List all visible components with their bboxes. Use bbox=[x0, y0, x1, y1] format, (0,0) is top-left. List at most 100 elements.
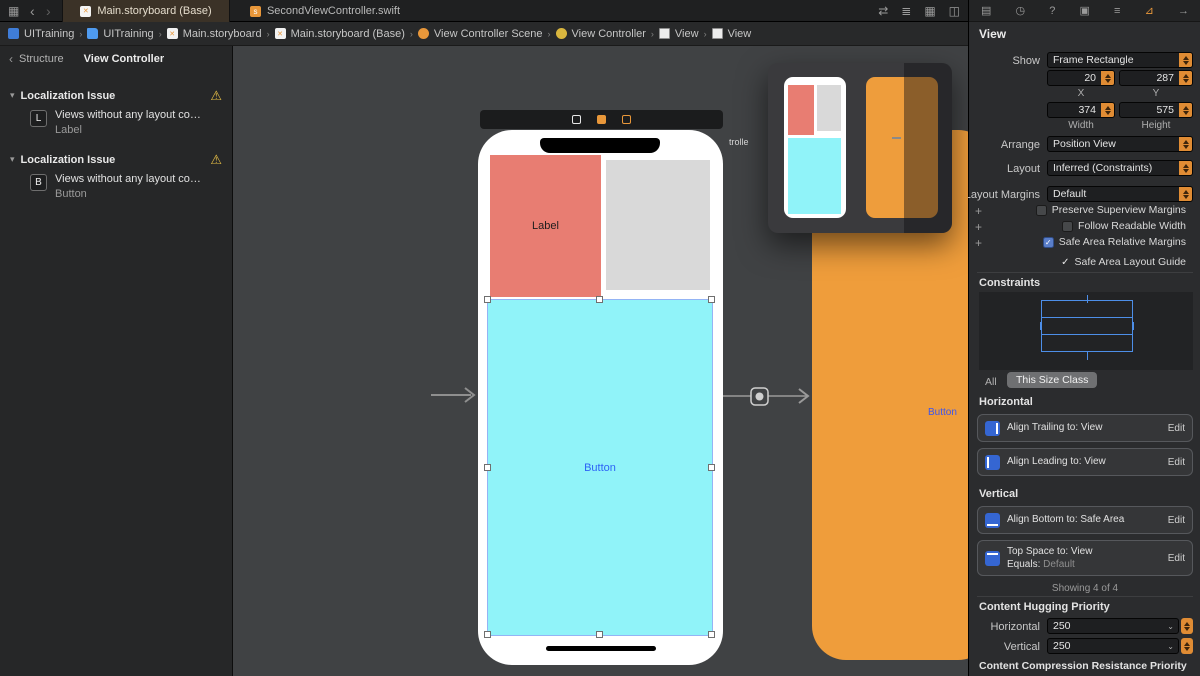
disclosure-triangle-icon[interactable]: ▾ bbox=[10, 90, 15, 101]
button-view-selected[interactable]: Button bbox=[487, 299, 713, 636]
navigate-back-icon[interactable]: ‹ bbox=[30, 0, 35, 22]
width-stepper[interactable] bbox=[1101, 103, 1114, 117]
size-inspector-icon[interactable]: ⊿ bbox=[1145, 4, 1154, 17]
orientation-icon-landscape[interactable] bbox=[622, 115, 631, 124]
constraint-row-align-bottom[interactable]: Align Bottom to: Safe Area Edit bbox=[977, 506, 1193, 534]
selection-handle[interactable] bbox=[484, 296, 491, 303]
safe-area-layout-guide-row[interactable]: ✓ Safe Area Layout Guide bbox=[1061, 256, 1186, 268]
checkbox-unchecked[interactable] bbox=[1035, 204, 1047, 216]
jump-bar: UITraining › UITraining › ✕ Main.storyboa… bbox=[0, 22, 968, 46]
constraints-diagram[interactable] bbox=[979, 292, 1193, 370]
selection-handle[interactable] bbox=[484, 464, 491, 471]
margins-popup[interactable]: Default bbox=[1047, 186, 1193, 202]
issue-section-header[interactable]: ▾ Localization Issue ⚠ bbox=[0, 150, 232, 169]
breadcrumb-scene[interactable]: View Controller Scene bbox=[417, 28, 543, 40]
segue-connector[interactable] bbox=[721, 384, 815, 409]
file-inspector-icon[interactable]: ▤ bbox=[981, 4, 991, 17]
selection-handle[interactable] bbox=[596, 631, 603, 638]
device-icon-selected[interactable] bbox=[572, 115, 581, 124]
arrange-label: Arrange bbox=[1000, 139, 1040, 151]
constraint-row-align-trailing[interactable]: Align Trailing to: View Edit bbox=[977, 414, 1193, 442]
hugging-vertical-field[interactable]: 250 ⌄ bbox=[1047, 638, 1179, 654]
inspector-title: View bbox=[979, 27, 1007, 41]
issue-section-header[interactable]: ▾ Localization Issue ⚠ bbox=[0, 86, 232, 105]
breadcrumb-view-1[interactable]: View bbox=[658, 28, 699, 40]
divider bbox=[977, 272, 1193, 273]
add-variation-icon[interactable]: + bbox=[975, 205, 982, 217]
history-inspector-icon[interactable]: ◷ bbox=[1016, 4, 1026, 17]
editor-options-icon[interactable]: ▦ bbox=[924, 4, 935, 18]
preserve-superview-margins-row[interactable]: Preserve Superview Margins bbox=[1035, 204, 1186, 216]
breadcrumb-view-controller[interactable]: View Controller bbox=[555, 28, 646, 40]
minimap-icon[interactable]: ≣ bbox=[901, 4, 911, 18]
tab-main-storyboard[interactable]: ✕ Main.storyboard (Base) bbox=[62, 0, 230, 22]
hugging-horizontal-field[interactable]: 250 ⌄ bbox=[1047, 618, 1179, 634]
editor-grid-icon[interactable]: ▦ bbox=[8, 0, 19, 22]
disclosure-triangle-icon[interactable]: ▾ bbox=[10, 154, 15, 165]
edit-button[interactable]: Edit bbox=[1168, 423, 1185, 434]
preview-phone-1[interactable] bbox=[784, 77, 846, 218]
scene-icon bbox=[417, 28, 429, 39]
back-chevron-icon[interactable]: ‹ bbox=[9, 52, 13, 66]
add-variation-icon[interactable]: + bbox=[975, 221, 982, 233]
breadcrumb-view-2[interactable]: View bbox=[711, 28, 751, 40]
show-popup[interactable]: Frame Rectangle bbox=[1047, 52, 1193, 68]
selection-handle[interactable] bbox=[708, 631, 715, 638]
follow-readable-width-row[interactable]: Follow Readable Width bbox=[1062, 220, 1186, 232]
gray-view[interactable] bbox=[606, 160, 710, 290]
view-controller-device[interactable]: Label Button bbox=[478, 130, 723, 665]
add-variation-icon[interactable]: + bbox=[975, 237, 982, 249]
quick-help-icon[interactable]: ? bbox=[1049, 5, 1055, 17]
structure-breadcrumb[interactable]: Structure bbox=[19, 53, 64, 65]
checkbox-unchecked[interactable] bbox=[1062, 220, 1074, 232]
issue-item-label[interactable]: L Views without any layout co… Label bbox=[0, 105, 232, 140]
popup-stepper-icon[interactable] bbox=[1179, 53, 1192, 67]
size-class-this-button[interactable]: This Size Class bbox=[1007, 372, 1098, 388]
selection-handle[interactable] bbox=[708, 464, 715, 471]
breadcrumb-storyboard-base[interactable]: ✕ Main.storyboard (Base) bbox=[274, 28, 405, 40]
second-vc-button[interactable]: Button bbox=[928, 407, 957, 418]
popup-stepper-icon[interactable] bbox=[1179, 137, 1192, 151]
identity-inspector-icon[interactable]: ▣ bbox=[1080, 4, 1090, 17]
y-stepper[interactable] bbox=[1179, 71, 1192, 85]
connections-inspector-icon[interactable]: → bbox=[1178, 5, 1189, 17]
popup-stepper-icon[interactable] bbox=[1179, 161, 1192, 175]
selection-handle[interactable] bbox=[484, 631, 491, 638]
popup-stepper-icon[interactable] bbox=[1179, 187, 1192, 201]
constraint-row-top-space[interactable]: Top Space to: View Equals: Default Edit bbox=[977, 540, 1193, 576]
edit-button[interactable]: Edit bbox=[1168, 457, 1185, 468]
attributes-inspector-icon[interactable]: ≡ bbox=[1114, 5, 1120, 17]
x-stepper[interactable] bbox=[1101, 71, 1114, 85]
checkbox-checked[interactable]: ✓ bbox=[1042, 236, 1054, 248]
layout-popup[interactable]: Inferred (Constraints) bbox=[1047, 160, 1193, 176]
edit-button[interactable]: Edit bbox=[1168, 515, 1185, 526]
label-view-text: Label bbox=[532, 220, 559, 232]
split-editor-icon[interactable]: ◫ bbox=[949, 4, 960, 18]
y-field[interactable]: 287 bbox=[1119, 70, 1193, 86]
code-review-icon[interactable]: ⇄ bbox=[878, 4, 888, 18]
breadcrumb-storyboard[interactable]: ✕ Main.storyboard bbox=[166, 28, 262, 40]
label-view[interactable]: Label bbox=[490, 155, 601, 297]
orientation-icon-portrait[interactable] bbox=[597, 115, 606, 124]
selection-handle[interactable] bbox=[708, 296, 715, 303]
hugging-horizontal-stepper[interactable] bbox=[1181, 618, 1193, 634]
width-field[interactable]: 374 bbox=[1047, 102, 1115, 118]
size-class-all-button[interactable]: All bbox=[985, 376, 997, 388]
tab-second-view-controller[interactable]: s SecondViewController.swift bbox=[230, 0, 420, 22]
x-field[interactable]: 20 bbox=[1047, 70, 1115, 86]
edit-button[interactable]: Edit bbox=[1168, 553, 1185, 564]
x-sublabel: X bbox=[1077, 88, 1085, 99]
navigate-forward-icon[interactable]: › bbox=[46, 0, 51, 22]
safe-area-relative-margins-row[interactable]: ✓ Safe Area Relative Margins bbox=[1042, 236, 1186, 248]
selection-handle[interactable] bbox=[596, 296, 603, 303]
breadcrumb-group[interactable]: UITraining bbox=[87, 28, 154, 40]
height-field[interactable]: 575 bbox=[1119, 102, 1193, 118]
arrange-popup[interactable]: Position View bbox=[1047, 136, 1193, 152]
align-leading-icon bbox=[985, 454, 1000, 470]
hugging-vertical-stepper[interactable] bbox=[1181, 638, 1193, 654]
storyboard-canvas[interactable]: Label Button Button trolle bbox=[233, 46, 968, 676]
breadcrumb-project[interactable]: UITraining bbox=[8, 28, 74, 40]
constraint-row-align-leading[interactable]: Align Leading to: View Edit bbox=[977, 448, 1193, 476]
height-stepper[interactable] bbox=[1179, 103, 1192, 117]
issue-item-button[interactable]: B Views without any layout co… Button bbox=[0, 169, 232, 204]
